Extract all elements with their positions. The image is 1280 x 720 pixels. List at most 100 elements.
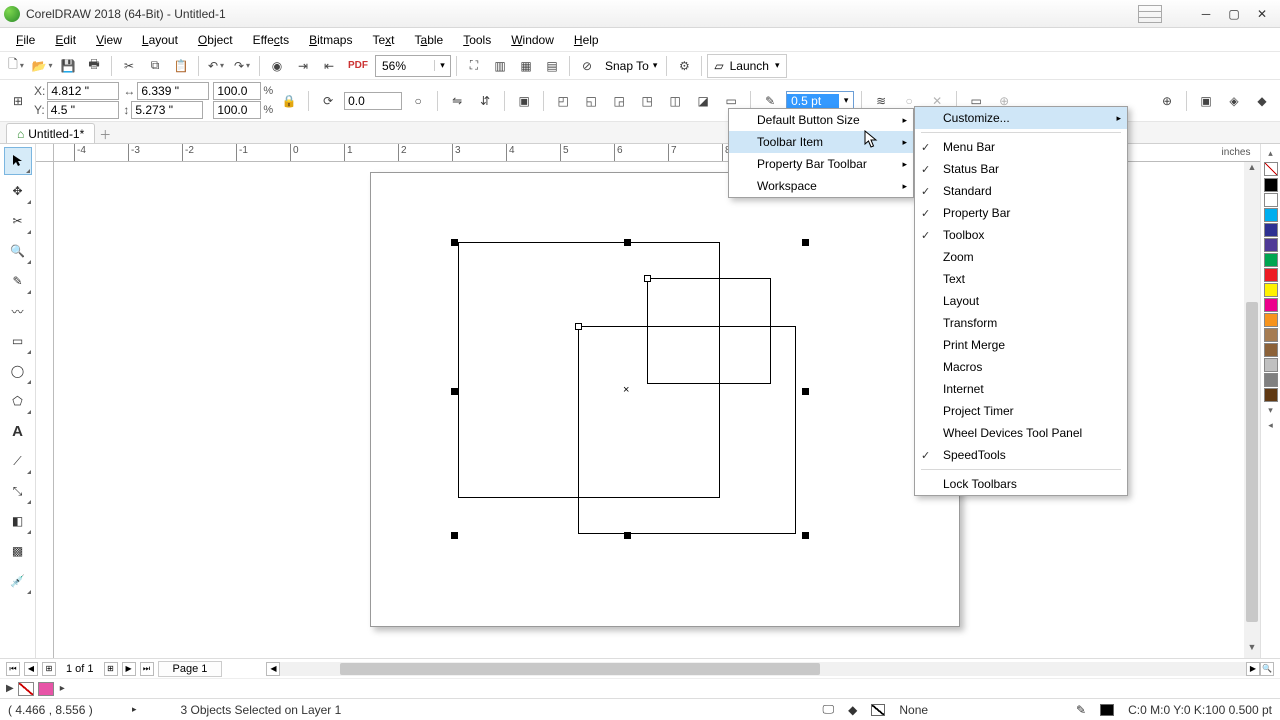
submenu-print-merge[interactable]: Print Merge xyxy=(915,334,1127,356)
ribbon-toggle-icon[interactable] xyxy=(1138,5,1162,23)
first-page-button[interactable]: ⏮ xyxy=(6,662,20,676)
next-page-button[interactable]: ▶ xyxy=(122,662,136,676)
color-swatch[interactable] xyxy=(1264,268,1278,282)
menu-file[interactable]: File xyxy=(6,29,45,51)
menu-bitmaps[interactable]: Bitmaps xyxy=(299,29,362,51)
menu-window[interactable]: Window xyxy=(501,29,564,51)
ruler-vertical[interactable] xyxy=(36,162,54,658)
import-button[interactable]: ⇥ xyxy=(291,54,315,78)
save-button[interactable]: 💾 xyxy=(56,54,80,78)
expand-icon[interactable]: ▸ xyxy=(60,683,65,694)
scrollbar-thumb[interactable] xyxy=(1246,302,1258,622)
color-eyedropper-tool[interactable]: 💉 xyxy=(4,567,32,595)
object-properties-button[interactable]: ▣ xyxy=(1194,89,1218,113)
cut-button[interactable]: ✂ xyxy=(117,54,141,78)
prev-page-button[interactable]: ◀ xyxy=(24,662,38,676)
palette-down-arrow[interactable]: ▾ xyxy=(1268,405,1273,416)
submenu-transform[interactable]: Transform xyxy=(915,312,1127,334)
guidelines-button[interactable]: ▤ xyxy=(540,54,564,78)
color-swatch[interactable] xyxy=(38,682,54,696)
submenu-macros[interactable]: Macros xyxy=(915,356,1127,378)
snap-to-dropdown[interactable]: Snap To▾ xyxy=(601,54,661,78)
undo-button[interactable]: ↶ xyxy=(204,54,228,78)
order-front-button[interactable]: ▣ xyxy=(512,89,536,113)
rotation-origin-icon[interactable]: ○ xyxy=(406,89,430,113)
color-proof-icon[interactable]: 🖵 xyxy=(823,702,835,717)
search-content-button[interactable]: ◉ xyxy=(265,54,289,78)
symbol-manager-button[interactable]: ◆ xyxy=(1250,89,1274,113)
menu-edit[interactable]: Edit xyxy=(45,29,86,51)
add-page-after-button[interactable]: ⊞ xyxy=(104,662,118,676)
color-swatch[interactable] xyxy=(1264,298,1278,312)
back-minus-front-button[interactable]: ◪ xyxy=(691,89,715,113)
submenu-status-bar[interactable]: ✓Status Bar xyxy=(915,158,1127,180)
quick-customize-button[interactable]: ⊕ xyxy=(1155,89,1179,113)
selection-handle[interactable] xyxy=(575,323,582,330)
mirror-h-button[interactable]: ⇋ xyxy=(445,89,469,113)
submenu-text[interactable]: Text xyxy=(915,268,1127,290)
color-swatch[interactable] xyxy=(1264,223,1278,237)
color-swatch[interactable] xyxy=(1264,178,1278,192)
submenu-toolbox[interactable]: ✓Toolbox xyxy=(915,224,1127,246)
scrollbar-thumb[interactable] xyxy=(340,663,820,675)
no-color-swatch[interactable] xyxy=(1264,162,1278,176)
snap-off-button[interactable]: ⊘ xyxy=(575,54,599,78)
color-swatch[interactable] xyxy=(1264,238,1278,252)
print-button[interactable]: 🖶 xyxy=(82,54,106,78)
fill-swatch[interactable] xyxy=(871,704,885,716)
shape-tool[interactable]: ✥ xyxy=(4,177,32,205)
grid-button[interactable]: ▦ xyxy=(514,54,538,78)
rectangle-tool[interactable]: ▭ xyxy=(4,327,32,355)
color-swatch[interactable] xyxy=(1264,358,1278,372)
menu-effects[interactable]: Effects xyxy=(243,29,299,51)
menu-view[interactable]: View xyxy=(86,29,132,51)
selection-handle[interactable] xyxy=(451,532,458,539)
copy-button[interactable]: ⧉ xyxy=(143,54,167,78)
ellipse-tool[interactable]: ◯ xyxy=(4,357,32,385)
menu-tools[interactable]: Tools xyxy=(453,29,501,51)
submenu-speedtools[interactable]: ✓SpeedTools xyxy=(915,444,1127,466)
weld-button[interactable]: ◰ xyxy=(551,89,575,113)
menu-help[interactable]: Help xyxy=(564,29,609,51)
ruler-origin[interactable] xyxy=(36,144,54,162)
submenu-zoom[interactable]: Zoom xyxy=(915,246,1127,268)
menu-property-bar-toolbar[interactable]: Property Bar Toolbar▸ xyxy=(729,153,913,175)
menu-table[interactable]: Table xyxy=(405,29,454,51)
new-doc-tab[interactable]: ＋ xyxy=(95,126,115,143)
horizontal-scrollbar[interactable]: ◀ ▶ 🔍 xyxy=(266,662,1274,676)
export-button[interactable]: ⇤ xyxy=(317,54,341,78)
rectangle-object[interactable] xyxy=(647,278,771,384)
color-swatch[interactable] xyxy=(1264,283,1278,297)
scale-x-input[interactable] xyxy=(213,82,261,100)
selection-handle[interactable] xyxy=(624,239,631,246)
zoom-tool[interactable]: 🔍 xyxy=(4,237,32,265)
height-input[interactable] xyxy=(131,101,203,119)
doc-tab-active[interactable]: ⌂ Untitled-1* xyxy=(6,123,95,143)
selection-handle[interactable] xyxy=(451,239,458,246)
play-icon[interactable]: ▶ xyxy=(6,683,14,694)
artistic-media-tool[interactable]: 〰 xyxy=(4,297,32,325)
selection-handle[interactable] xyxy=(624,532,631,539)
freehand-tool[interactable]: ✎ xyxy=(4,267,32,295)
color-swatch[interactable] xyxy=(1264,373,1278,387)
object-styles-button[interactable]: ◈ xyxy=(1222,89,1246,113)
menu-object[interactable]: Object xyxy=(188,29,243,51)
crop-tool[interactable]: ✂ xyxy=(4,207,32,235)
scale-y-input[interactable] xyxy=(213,101,261,119)
submenu-wheel-devices[interactable]: Wheel Devices Tool Panel xyxy=(915,422,1127,444)
new-button[interactable]: 🗋 xyxy=(4,54,28,78)
simplify-button[interactable]: ◳ xyxy=(635,89,659,113)
launch-dropdown[interactable]: ▱Launch▾ xyxy=(707,54,786,78)
add-page-before-button[interactable]: ⊞ xyxy=(42,662,56,676)
submenu-property-bar[interactable]: ✓Property Bar xyxy=(915,202,1127,224)
selection-handle[interactable] xyxy=(802,388,809,395)
vertical-scrollbar[interactable]: ▲ ▼ xyxy=(1244,162,1260,658)
front-minus-back-button[interactable]: ◫ xyxy=(663,89,687,113)
submenu-internet[interactable]: Internet xyxy=(915,378,1127,400)
submenu-project-timer[interactable]: Project Timer xyxy=(915,400,1127,422)
color-swatch[interactable] xyxy=(1264,328,1278,342)
zoom-combo[interactable]: 56% ▾ xyxy=(375,55,451,77)
no-fill-swatch[interactable] xyxy=(18,682,34,696)
minimize-button[interactable]: ─ xyxy=(1192,3,1220,25)
submenu-layout[interactable]: Layout xyxy=(915,290,1127,312)
